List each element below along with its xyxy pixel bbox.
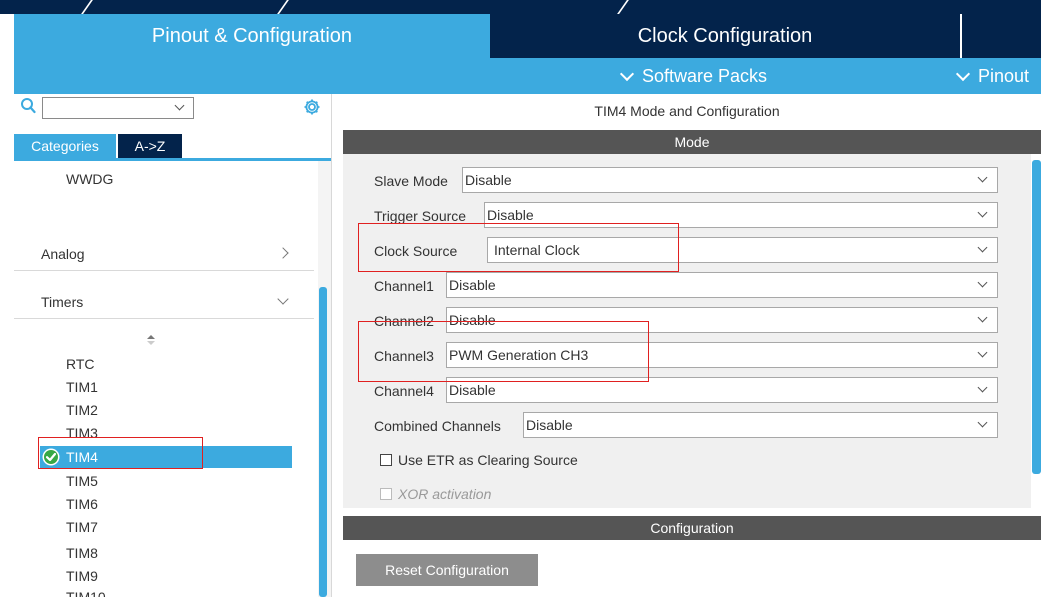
category-timers[interactable]: Timers (14, 282, 314, 319)
xor-activation-label: XOR activation (398, 486, 492, 502)
channel4-value: Disable (449, 382, 496, 398)
tab-overflow[interactable] (962, 14, 1041, 58)
checkbox-box[interactable] (380, 454, 392, 466)
tab-clock-configuration[interactable]: Clock Configuration (490, 14, 960, 58)
chevron-down-icon (977, 347, 988, 358)
clock-source-label: Clock Source (374, 243, 458, 259)
pinout-menu[interactable]: Pinout (955, 58, 1030, 94)
list-item-wwdg[interactable]: WWDG (66, 171, 113, 187)
channel3-label: Channel3 (374, 348, 434, 364)
tab-categories[interactable]: Categories (14, 134, 116, 158)
breadcrumb-divider (277, 0, 289, 14)
chevron-down-icon (977, 172, 988, 183)
chevron-down-icon (977, 417, 988, 428)
slave-mode-label: Slave Mode (374, 173, 448, 189)
reset-configuration-button[interactable]: Reset Configuration (356, 554, 538, 586)
channel1-value: Disable (449, 277, 496, 293)
combined-channels-select[interactable]: Disable (523, 412, 998, 438)
search-input[interactable] (42, 97, 194, 119)
chevron-down-icon (619, 66, 635, 81)
chevron-down-icon (977, 312, 988, 323)
submenu-bar: Software Packs Pinout (14, 58, 1041, 94)
trigger-source-value: Disable (487, 207, 534, 223)
timer-item-tim8[interactable]: TIM8 (66, 545, 98, 561)
chevron-down-icon (977, 277, 988, 288)
xor-activation-checkbox: XOR activation (380, 486, 491, 502)
channel3-value: PWM Generation CH3 (449, 347, 589, 363)
breadcrumb-divider (81, 0, 93, 14)
gear-icon[interactable] (303, 98, 321, 116)
pinout-label: Pinout (978, 65, 1030, 86)
software-packs-menu[interactable]: Software Packs (619, 58, 768, 94)
category-label: Analog (41, 246, 85, 262)
clock-source-select[interactable]: Internal Clock (487, 237, 998, 263)
chevron-down-icon (977, 207, 988, 218)
etr-clearing-label: Use ETR as Clearing Source (398, 452, 578, 468)
mode-section-header: Mode (343, 130, 1041, 154)
slave-mode-value: Disable (465, 172, 512, 188)
channel4-label: Channel4 (374, 383, 434, 399)
chevron-down-icon (174, 100, 185, 111)
timer-item-tim2[interactable]: TIM2 (66, 402, 98, 418)
channel2-value: Disable (449, 312, 496, 328)
etr-clearing-checkbox[interactable]: Use ETR as Clearing Source (380, 452, 578, 468)
timer-item-tim1[interactable]: TIM1 (66, 379, 98, 395)
channel2-label: Channel2 (374, 313, 434, 329)
chevron-down-icon (977, 242, 988, 253)
timer-item-tim9[interactable]: TIM9 (66, 568, 98, 584)
search-icon[interactable] (20, 97, 36, 115)
sort-icon[interactable] (146, 334, 156, 346)
combined-channels-label: Combined Channels (374, 418, 501, 434)
clock-source-value: Internal Clock (494, 242, 580, 258)
channel1-select[interactable]: Disable (446, 272, 998, 298)
mode-scrollbar-thumb[interactable] (1032, 160, 1041, 474)
breadcrumb-divider (617, 0, 629, 14)
left-scrollbar-thumb[interactable] (319, 287, 327, 597)
channel2-select[interactable]: Disable (446, 307, 998, 333)
tab-pinout-configuration[interactable]: Pinout & Configuration (14, 14, 490, 58)
categories-panel (14, 94, 332, 597)
timer-item-tim3[interactable]: TIM3 (66, 425, 98, 437)
category-tab-underline (14, 158, 331, 161)
chevron-right-icon (277, 247, 289, 259)
category-analog[interactable]: Analog (14, 234, 314, 271)
channel4-select[interactable]: Disable (446, 377, 998, 403)
trigger-source-label: Trigger Source (374, 208, 467, 224)
category-label: Timers (41, 294, 84, 310)
timer-item-tim10[interactable]: TIM10 (66, 589, 106, 597)
timer-item-tim5[interactable]: TIM5 (66, 473, 98, 489)
checkbox-box (380, 488, 392, 500)
timer-item-tim6[interactable]: TIM6 (66, 496, 98, 512)
combined-channels-value: Disable (526, 417, 573, 433)
configuration-section-header: Configuration (343, 516, 1041, 540)
software-packs-label: Software Packs (642, 65, 768, 86)
timer-item-rtc[interactable]: RTC (66, 356, 95, 372)
page-title: TIM4 Mode and Configuration (594, 103, 780, 119)
check-circle-icon (42, 448, 60, 466)
slave-mode-select[interactable]: Disable (462, 167, 998, 193)
top-navigation-strip (0, 0, 1041, 14)
channel3-select[interactable]: PWM Generation CH3 (446, 342, 998, 368)
timer-label-tim4: TIM4 (66, 449, 98, 465)
channel1-label: Channel1 (374, 278, 434, 294)
chevron-down-icon (277, 293, 289, 305)
chevron-down-icon (977, 382, 988, 393)
trigger-source-select[interactable]: Disable (484, 202, 998, 228)
timer-item-tim7[interactable]: TIM7 (66, 519, 98, 535)
tab-a-to-z[interactable]: A->Z (118, 134, 182, 158)
chevron-down-icon (955, 66, 971, 81)
